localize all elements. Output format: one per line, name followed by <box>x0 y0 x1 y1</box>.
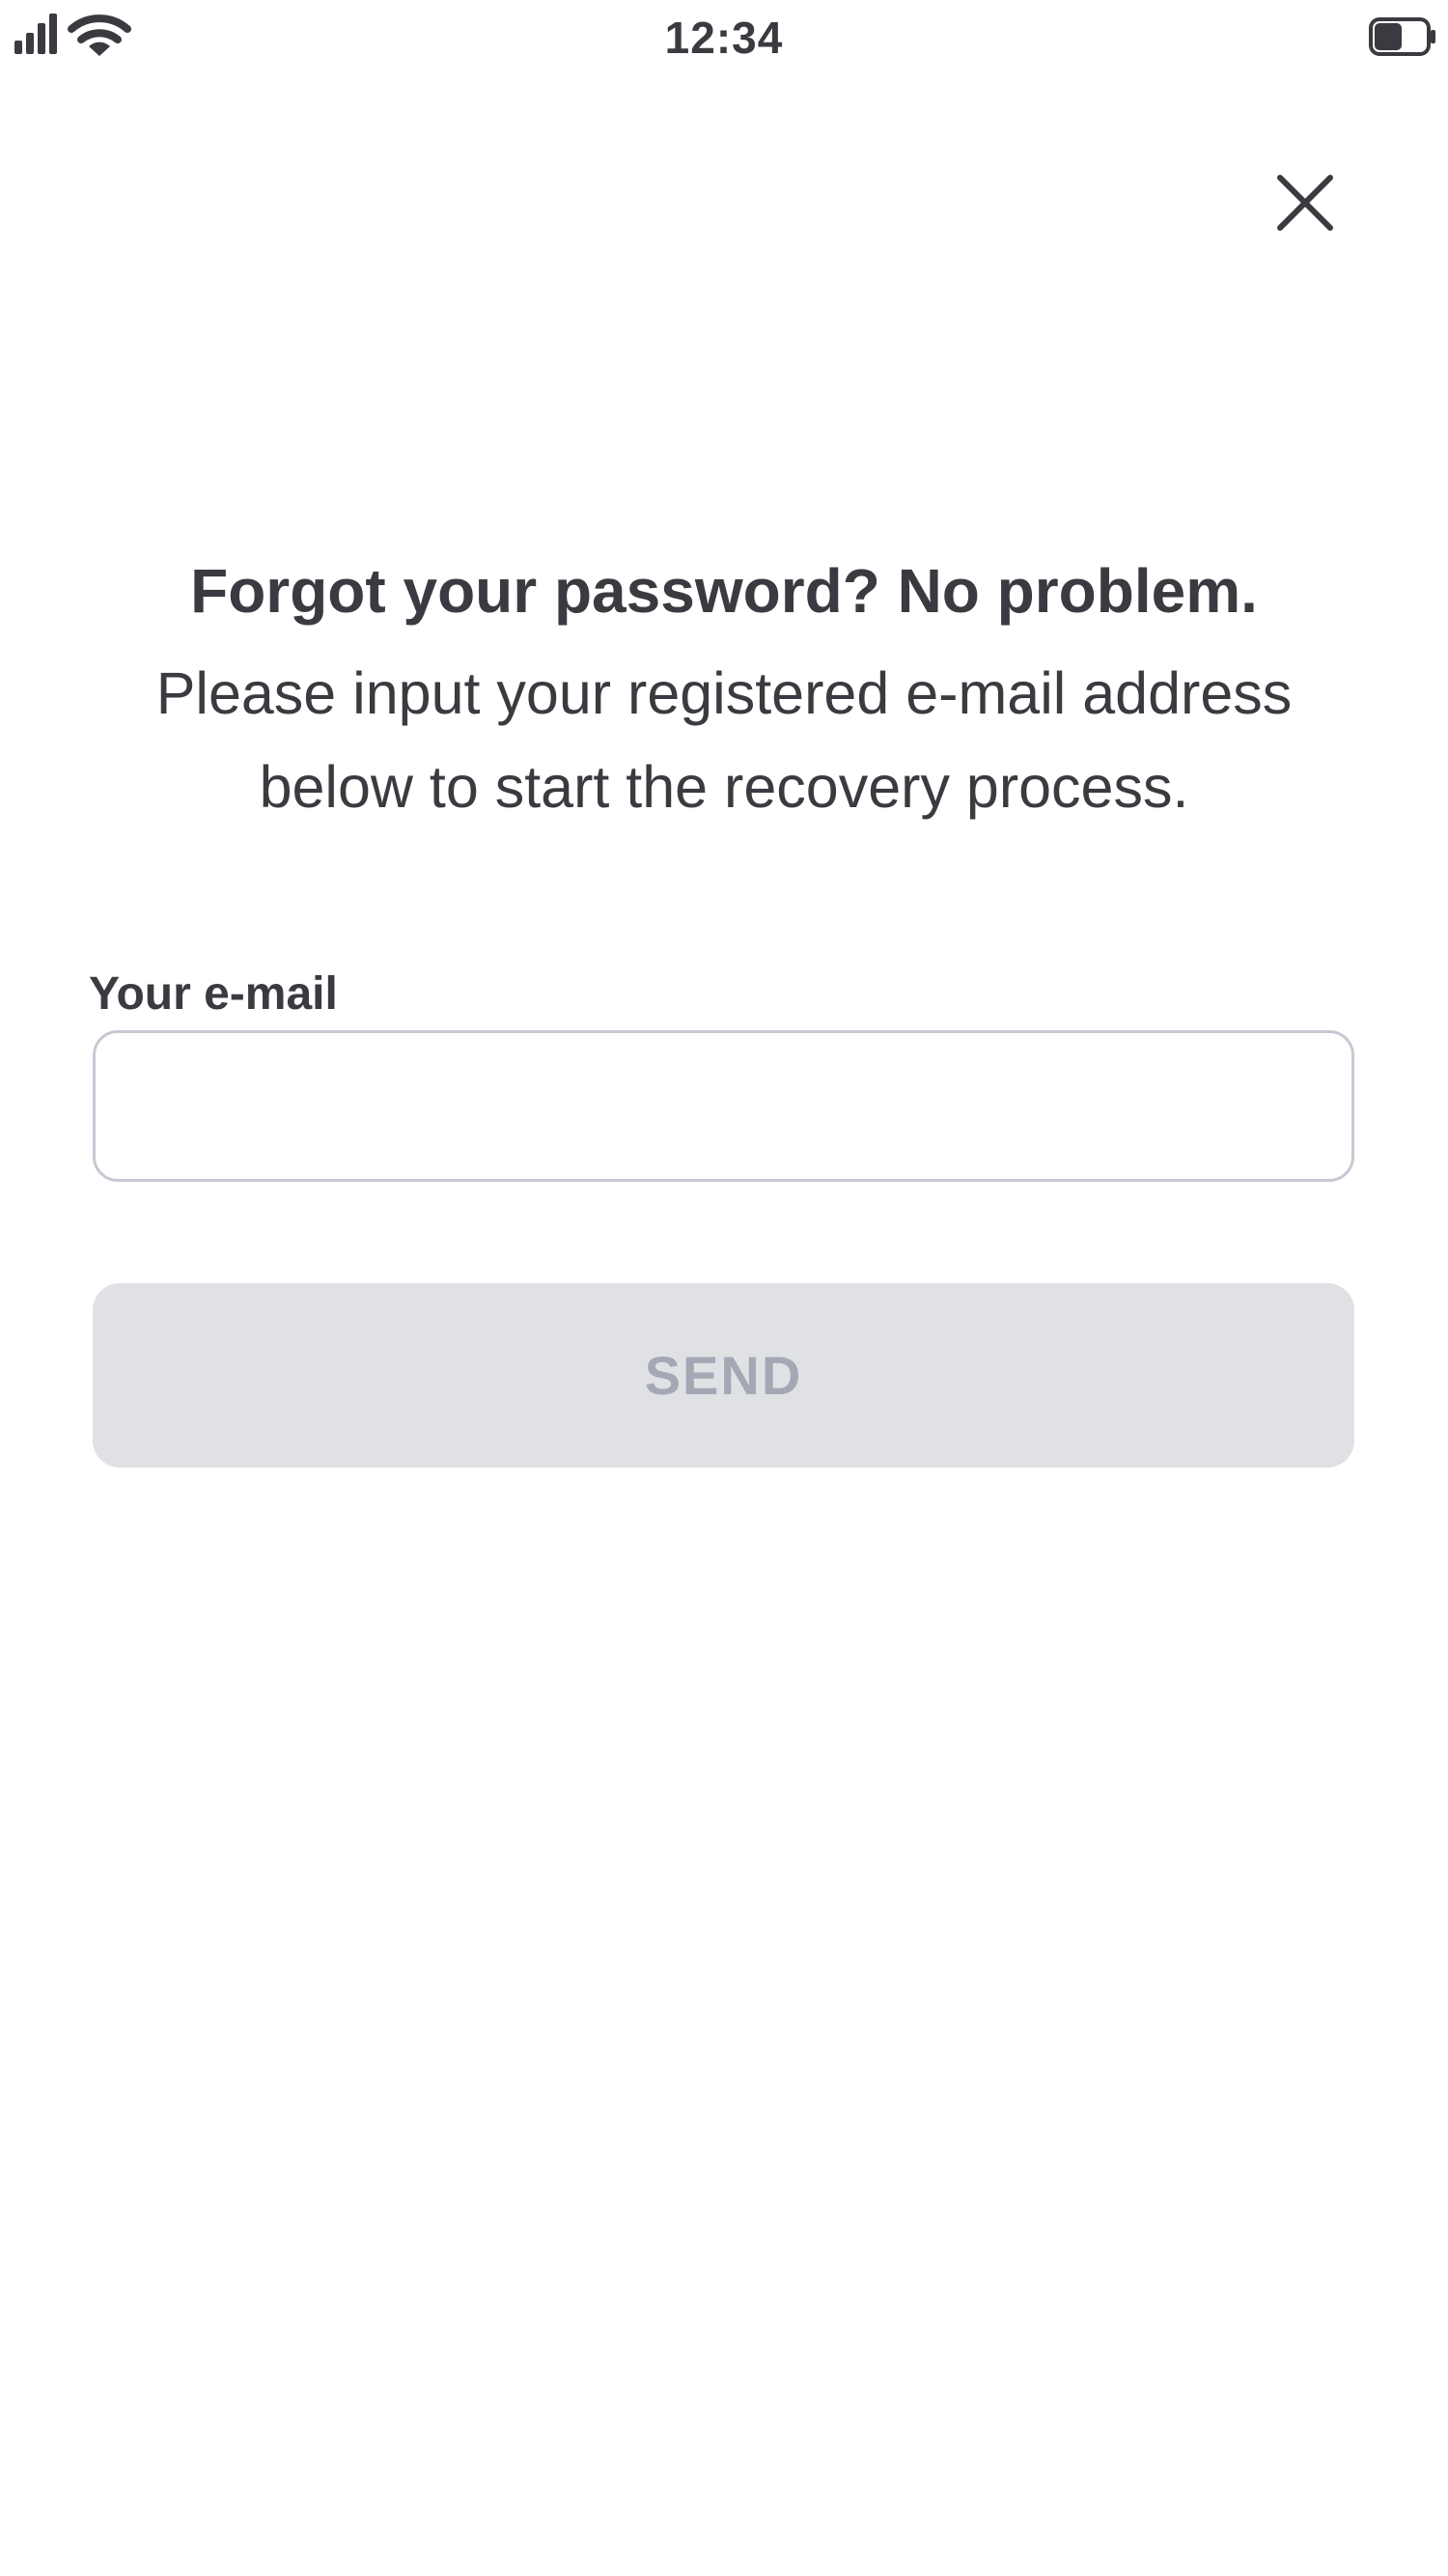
page-title: Forgot your password? No problem. <box>190 556 1258 626</box>
status-time: 12:34 <box>664 13 784 63</box>
close-icon <box>1277 175 1333 231</box>
email-label: Your e-mail <box>89 968 338 1020</box>
close-button[interactable] <box>1259 156 1351 249</box>
page-description: Please input your registered e-mail addr… <box>155 660 1293 820</box>
send-button[interactable]: SEND <box>93 1283 1354 1468</box>
status-bar: 12:34 <box>0 0 1448 77</box>
battery-icon <box>1369 17 1435 56</box>
email-field[interactable] <box>93 1030 1354 1182</box>
